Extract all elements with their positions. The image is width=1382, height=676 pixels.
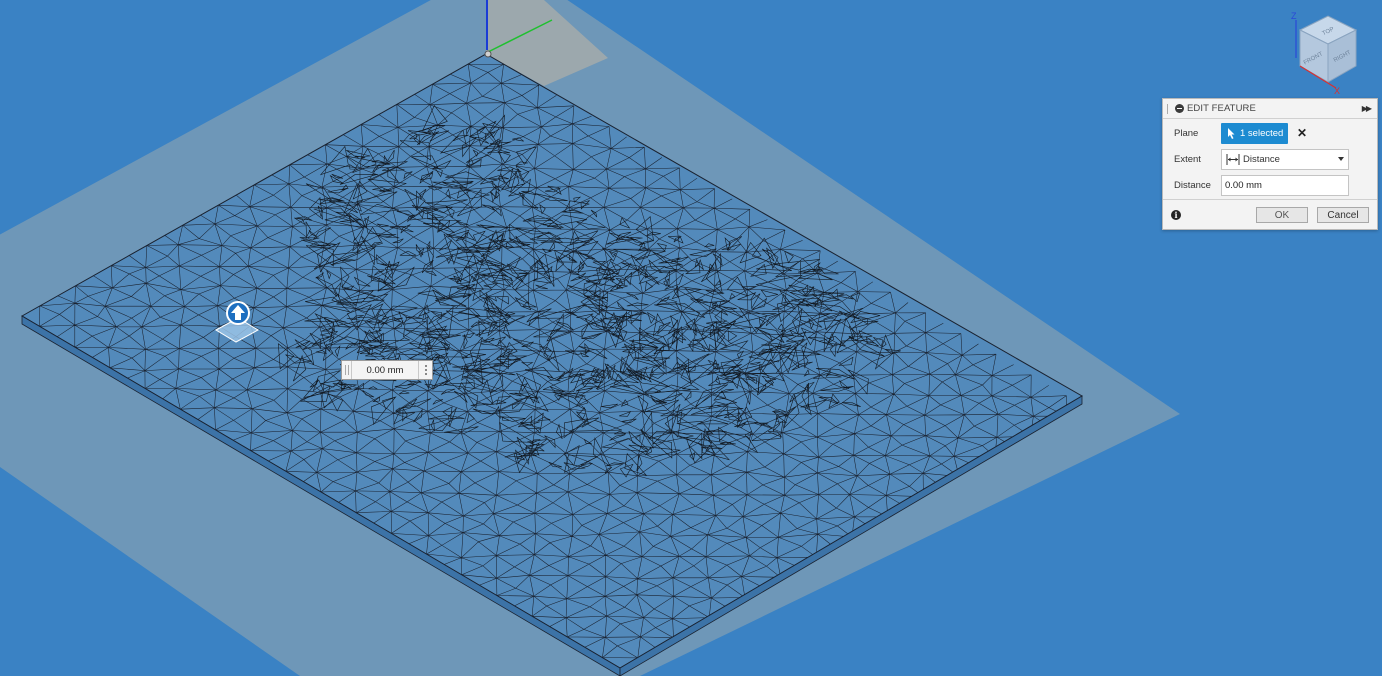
plane-row: Plane 1 selected ✕ <box>1163 121 1377 145</box>
axis-x-label: X <box>1334 86 1340 96</box>
plane-label: Plane <box>1174 127 1199 139</box>
dialog-title: EDIT FEATURE <box>1187 103 1256 114</box>
plane-select-button[interactable]: 1 selected <box>1221 122 1288 144</box>
extent-value: Distance <box>1243 153 1280 165</box>
dialog-footer: i OK Cancel <box>1163 199 1377 230</box>
origin-point[interactable] <box>484 50 492 58</box>
distance-manipulator-input[interactable]: 0.00 mm <box>341 360 433 380</box>
axis-z-label: Z <box>1291 11 1297 21</box>
chevron-down-icon <box>1338 157 1344 161</box>
distance-icon <box>1226 153 1240 165</box>
cursor-arrow-icon <box>1228 127 1235 139</box>
collapse-icon[interactable] <box>1175 104 1184 113</box>
cancel-button[interactable]: Cancel <box>1317 207 1369 223</box>
view-cube[interactable]: TOP FRONT RIGHT Z X <box>1291 11 1358 96</box>
distance-input[interactable] <box>1221 174 1349 196</box>
clear-selection-icon[interactable]: ✕ <box>1297 126 1307 140</box>
info-icon[interactable]: i <box>1171 210 1181 220</box>
edit-feature-dialog: EDIT FEATURE ▶▶ Plane 1 selected ✕ Exten… <box>1162 98 1378 230</box>
plane-select-text: 1 selected <box>1240 127 1284 139</box>
extent-dropdown[interactable]: Distance <box>1221 148 1349 170</box>
expand-icon[interactable]: ▶▶ <box>1362 104 1373 113</box>
more-options-icon[interactable] <box>418 361 432 379</box>
extent-label: Extent <box>1174 153 1201 165</box>
extent-row: Extent Distance <box>1163 147 1377 171</box>
dialog-header[interactable]: EDIT FEATURE ▶▶ <box>1163 99 1377 119</box>
drag-handle-icon[interactable] <box>342 361 352 379</box>
distance-row: Distance <box>1163 173 1377 197</box>
distance-label: Distance <box>1174 179 1211 191</box>
dialog-grip-icon[interactable] <box>1167 103 1171 114</box>
manipulator-value[interactable]: 0.00 mm <box>352 365 418 376</box>
ok-button[interactable]: OK <box>1256 207 1308 223</box>
